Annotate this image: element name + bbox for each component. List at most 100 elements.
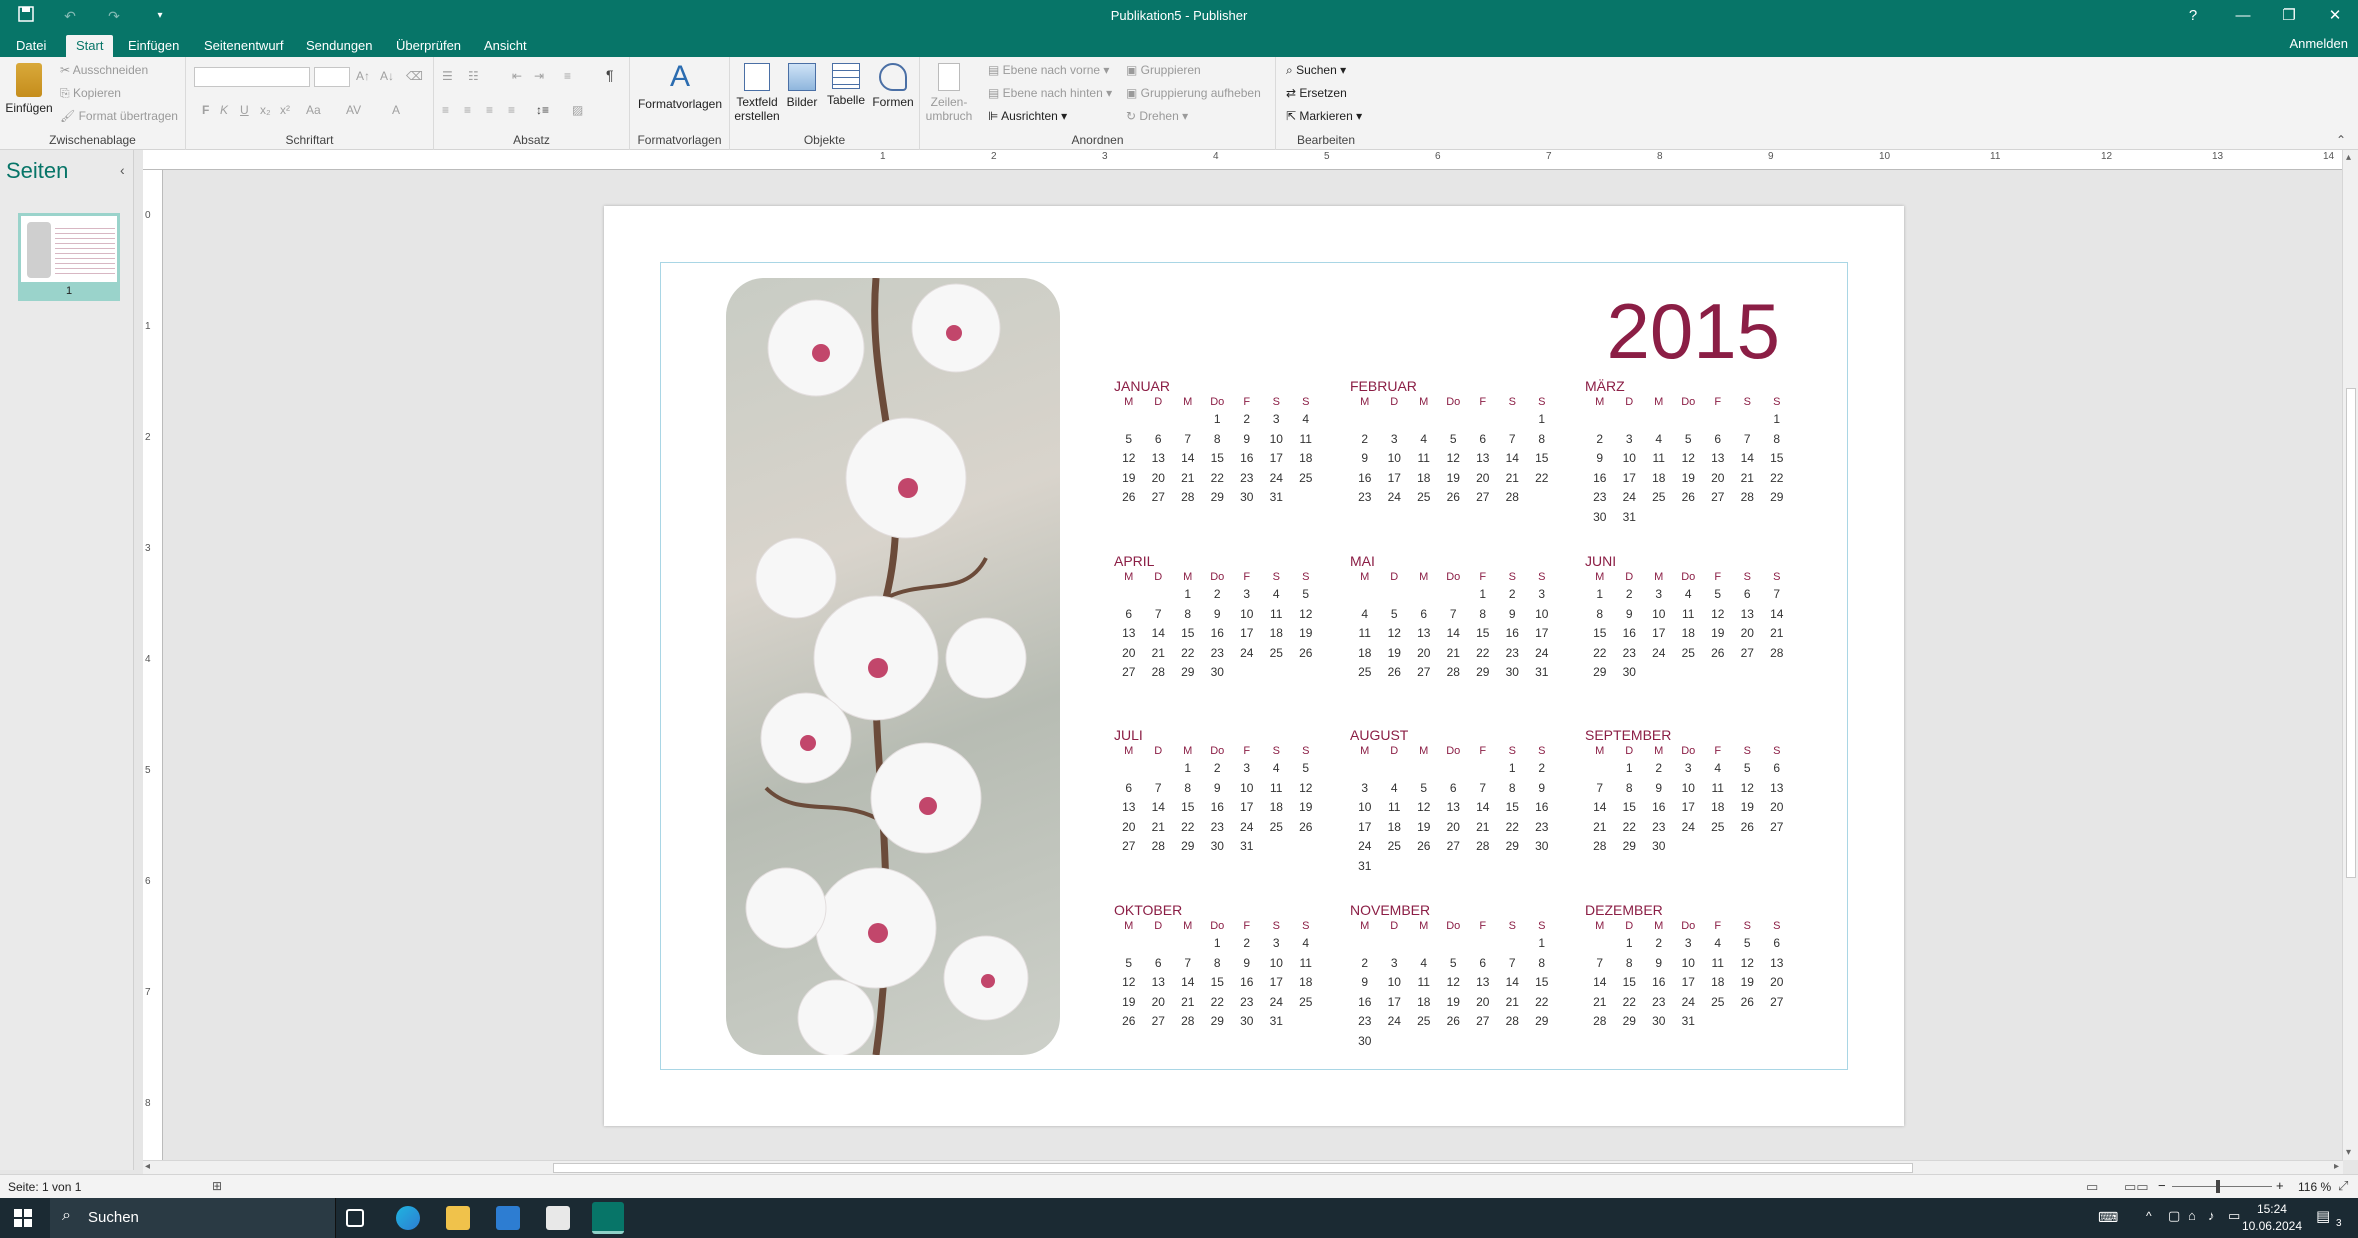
collapse-ribbon-icon[interactable]: ⌃: [2336, 133, 2346, 147]
linebreak-button[interactable]: Zeilen- umbruch: [924, 63, 974, 123]
task-view-icon[interactable]: [346, 1209, 364, 1227]
justify-icon[interactable]: ≡: [508, 103, 515, 117]
page-info[interactable]: Seite: 1 von 1: [8, 1180, 81, 1194]
scroll-up-icon[interactable]: ▴: [2346, 152, 2351, 163]
align-right-icon[interactable]: ≡: [486, 103, 493, 117]
day-cell: 16: [1358, 470, 1372, 485]
edge-icon[interactable]: [396, 1206, 420, 1230]
bring-forward-button[interactable]: ▤ Ebene nach vorne ▾: [988, 63, 1109, 77]
bullets-icon[interactable]: ☰: [442, 69, 453, 83]
increase-indent-icon[interactable]: ⇥: [534, 69, 544, 83]
shading-icon[interactable]: ▨: [572, 103, 583, 117]
character-spacing-icon[interactable]: AV: [346, 103, 361, 117]
shrink-font-icon[interactable]: A↓: [380, 69, 394, 83]
tab-view[interactable]: Ansicht: [474, 35, 537, 57]
scroll-down-icon[interactable]: ▾: [2346, 1147, 2351, 1158]
font-color-icon[interactable]: A: [392, 103, 400, 117]
paste-button[interactable]: Einfügen: [4, 63, 54, 115]
vertical-scroll-thumb[interactable]: [2346, 388, 2356, 878]
change-case-icon[interactable]: Aa: [306, 103, 321, 117]
month-name: JULI: [1114, 727, 1143, 743]
file-explorer-icon[interactable]: [446, 1206, 470, 1230]
network-icon[interactable]: ⌂: [2188, 1208, 2196, 1223]
shapes-button[interactable]: Formen: [870, 63, 916, 109]
weekday-label: F: [1479, 571, 1487, 583]
clear-formatting-icon[interactable]: ⌫: [406, 69, 423, 83]
align-left-icon[interactable]: ≡: [442, 103, 449, 117]
zoom-slider[interactable]: [2172, 1186, 2272, 1187]
textbox-button[interactable]: Textfeld erstellen: [734, 63, 780, 123]
numbering-icon[interactable]: ☷: [468, 69, 479, 83]
tab-page-design[interactable]: Seitenentwurf: [194, 35, 294, 57]
group-button[interactable]: ▣ Gruppieren: [1126, 63, 1201, 77]
taskbar-search[interactable]: ⌕ Suchen: [50, 1198, 336, 1238]
calendar-year[interactable]: 2015: [1560, 286, 1780, 377]
speaker-icon[interactable]: ♪: [2208, 1208, 2215, 1223]
collapse-pane-icon[interactable]: ‹: [120, 162, 125, 178]
tray-chevron-icon[interactable]: ^: [2146, 1209, 2152, 1223]
restore-button[interactable]: ❐: [2266, 0, 2312, 32]
superscript-icon[interactable]: x²: [280, 103, 290, 117]
cut-button[interactable]: ✂ Ausschneiden: [60, 63, 148, 77]
scroll-left-icon[interactable]: ◂: [145, 1161, 150, 1172]
two-page-view-icon[interactable]: ▭▭: [2124, 1179, 2149, 1195]
send-backward-button[interactable]: ▤ Ebene nach hinten ▾: [988, 86, 1112, 100]
underline-button[interactable]: U: [240, 103, 249, 117]
align-button[interactable]: ⊫ Ausrichten ▾: [988, 109, 1067, 123]
clock[interactable]: 15:24 10.06.2024: [2242, 1201, 2302, 1235]
signin-link[interactable]: Anmelden: [2289, 36, 2348, 51]
minimize-button[interactable]: —: [2220, 0, 2266, 32]
cherry-blossom-photo[interactable]: [726, 278, 1060, 1055]
tab-file[interactable]: Datei: [6, 35, 56, 57]
rotate-button[interactable]: ↻ Drehen ▾: [1126, 109, 1188, 123]
bold-button[interactable]: F: [202, 103, 209, 117]
horizontal-ruler[interactable]: 123456789101112131415: [143, 150, 2343, 170]
subscript-icon[interactable]: x₂: [260, 103, 271, 117]
replace-button[interactable]: ⇄ Ersetzen: [1286, 86, 1347, 100]
fit-page-icon[interactable]: ⤢: [2338, 1178, 2348, 1194]
italic-button[interactable]: K: [220, 103, 228, 117]
battery-icon[interactable]: ▭: [2228, 1208, 2240, 1224]
single-page-view-icon[interactable]: ▭: [2086, 1179, 2098, 1195]
page-thumbnail[interactable]: [18, 213, 120, 285]
pilcrow-button[interactable]: ¶: [606, 67, 614, 83]
tab-mailings[interactable]: Sendungen: [296, 35, 383, 57]
decrease-indent-icon[interactable]: ⇤: [512, 69, 522, 83]
copy-button[interactable]: ⎘ Kopieren: [60, 86, 121, 101]
horizontal-scrollbar[interactable]: ◂ ▸: [143, 1160, 2343, 1174]
windows-start-icon[interactable]: [14, 1209, 32, 1230]
vertical-ruler[interactable]: 0 1 2 3 4 5 6 7 8: [143, 170, 163, 1160]
ungroup-button[interactable]: ▣ Gruppierung aufheben: [1126, 86, 1261, 100]
align-center-icon[interactable]: ≡: [464, 103, 471, 117]
scroll-right-icon[interactable]: ▸: [2334, 1161, 2339, 1172]
horizontal-scroll-thumb[interactable]: [553, 1163, 1913, 1173]
styles-button[interactable]: A Formatvorlagen: [634, 61, 726, 112]
camera-icon[interactable]: ▢: [2168, 1208, 2180, 1224]
zoom-in-icon[interactable]: +: [2276, 1178, 2284, 1193]
format-painter-button[interactable]: 🖌 Format übertragen: [60, 109, 178, 123]
close-button[interactable]: ✕: [2312, 0, 2358, 32]
publisher-taskbar-icon[interactable]: [592, 1202, 624, 1234]
find-button[interactable]: ⌕ Suchen ▾: [1286, 63, 1346, 78]
day-cell: 16: [1652, 975, 1666, 989]
select-button[interactable]: ⇱ Markieren ▾: [1286, 109, 1362, 123]
store-icon[interactable]: [496, 1206, 520, 1230]
columns-icon[interactable]: ≡: [564, 69, 571, 83]
grow-font-icon[interactable]: A↑: [356, 69, 370, 83]
tab-review[interactable]: Überprüfen: [386, 35, 471, 57]
zoom-out-icon[interactable]: −: [2158, 1178, 2166, 1193]
tab-insert[interactable]: Einfügen: [118, 35, 189, 57]
keyboard-icon[interactable]: ⌨: [2098, 1209, 2118, 1226]
notifications-icon[interactable]: ▤: [2316, 1207, 2330, 1225]
vertical-scrollbar[interactable]: ▴ ▾: [2342, 150, 2358, 1160]
pictures-button[interactable]: Bilder: [782, 63, 822, 109]
tab-start[interactable]: Start: [66, 35, 114, 57]
zoom-slider-thumb[interactable]: [2216, 1180, 2220, 1193]
font-name-combo[interactable]: [194, 67, 310, 87]
line-spacing-icon[interactable]: ↕≡: [536, 103, 549, 117]
table-button[interactable]: Tabelle: [824, 63, 868, 107]
font-size-combo[interactable]: [314, 67, 350, 87]
mail-icon[interactable]: [546, 1206, 570, 1230]
zoom-level[interactable]: 116 %: [2298, 1180, 2331, 1194]
help-button[interactable]: ?: [2170, 0, 2216, 32]
